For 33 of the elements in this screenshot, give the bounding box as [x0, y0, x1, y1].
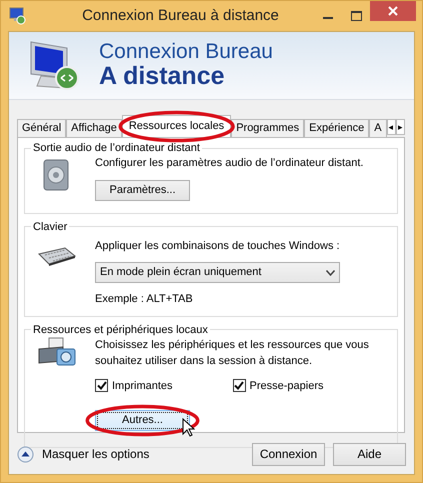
tab[interactable]: A — [369, 119, 387, 137]
checkmark-icon — [96, 381, 106, 390]
example-text: Exemple : ALT+TAB — [95, 292, 194, 307]
maximize-icon — [350, 11, 362, 21]
tab[interactable]: Expérience — [304, 119, 370, 137]
devices-icon — [37, 336, 77, 368]
button[interactable]: Aide — [333, 442, 406, 466]
button[interactable]: Connexion — [252, 442, 325, 466]
description: Appliquer les combinaisons de touches Windows : — [95, 238, 340, 254]
description: Configurer les paramètres audio de l’ordinateur distant. — [95, 156, 364, 171]
chevron-icon — [326, 270, 335, 276]
keyboard-icon — [37, 246, 77, 266]
button[interactable]: Paramètres... — [95, 180, 190, 200]
header-subtitle: A distance — [99, 63, 226, 90]
group-title: Clavier — [32, 220, 68, 234]
tab[interactable]: Affichage — [66, 119, 122, 137]
checkbox[interactable]: Imprimantes — [95, 378, 232, 394]
checkbox[interactable]: Presse-papiers — [232, 378, 370, 394]
window-title: Connexion Bureau à distance — [81, 6, 280, 26]
group-title: Ressources et périphériques locaux — [32, 322, 209, 336]
description: Choisissez les périphériques et les ressources que vous souhaitez utiliser dans la session à distance. — [95, 338, 370, 369]
collapse-icon — [17, 446, 34, 462]
group-title: Sortie audio de l’ordinateur distant — [32, 141, 201, 155]
app-icon — [9, 7, 27, 25]
tab[interactable]: Général — [17, 119, 66, 137]
dropdown[interactable]: En mode plein écran uniquement — [95, 262, 340, 283]
options-toggle[interactable]: Masquer les options — [17, 445, 150, 463]
tab[interactable]: Programmes — [231, 119, 304, 137]
close-button[interactable] — [370, 1, 416, 21]
header-title: Connexion Bureau — [99, 41, 273, 64]
checkmark-icon — [234, 381, 244, 390]
button[interactable]: Autres... — [95, 410, 190, 431]
close-icon — [388, 6, 398, 16]
